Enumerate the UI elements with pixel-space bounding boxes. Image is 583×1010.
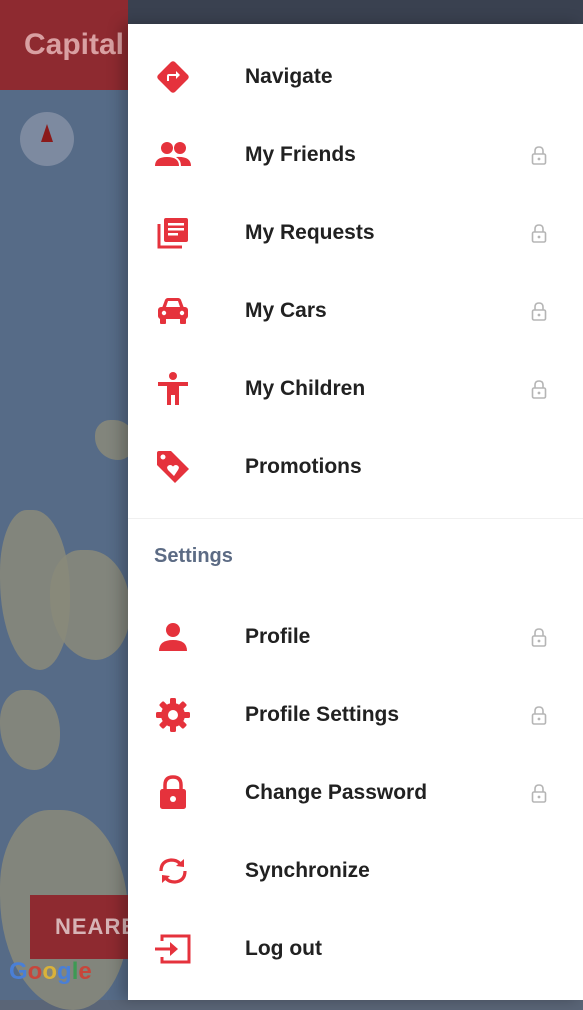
menu-item-my-children[interactable]: My Children [128, 350, 583, 428]
menu-item-my-requests[interactable]: My Requests [128, 194, 583, 272]
lock-icon [529, 783, 549, 803]
menu-item-label: My Requests [245, 221, 375, 244]
menu-item-promotions[interactable]: Promotions [128, 428, 583, 506]
compass-icon[interactable] [20, 112, 74, 166]
menu-item-my-cars[interactable]: My Cars [128, 272, 583, 350]
promotion-tag-icon [154, 448, 192, 486]
lock-icon [529, 627, 549, 647]
menu-item-label: My Friends [245, 143, 356, 166]
logout-icon [154, 930, 192, 968]
menu-item-label: Log out [245, 937, 322, 960]
menu-item-label: Profile [245, 625, 311, 648]
menu-item-label: Profile Settings [245, 703, 400, 726]
menu-item-navigate[interactable]: Navigate [128, 38, 583, 116]
menu-item-label: Change Password [245, 781, 428, 804]
menu-item-label: Promotions [245, 455, 362, 478]
sync-icon [154, 852, 192, 890]
person-icon [154, 618, 192, 656]
menu-item-label: Navigate [245, 65, 333, 88]
divider [128, 518, 583, 519]
lock-icon [529, 145, 549, 165]
car-icon [154, 292, 192, 330]
menu-item-label: My Cars [245, 299, 327, 322]
lock-icon [529, 705, 549, 725]
child-icon [154, 370, 192, 408]
lock-icon [529, 379, 549, 399]
navigation-drawer: Navigate My Friends My Requests My Cars … [128, 24, 583, 1000]
google-logo: Google [9, 958, 92, 985]
menu-item-profile-settings[interactable]: Profile Settings [128, 676, 583, 754]
menu-item-profile[interactable]: Profile [128, 598, 583, 676]
menu-item-change-password[interactable]: Change Password [128, 754, 583, 832]
lock-icon [529, 223, 549, 243]
friends-icon [154, 136, 192, 174]
menu-item-my-friends[interactable]: My Friends [128, 116, 583, 194]
navigate-icon [154, 58, 192, 96]
settings-section-header: Settings [154, 545, 233, 567]
menu-item-label: Synchronize [245, 859, 370, 882]
app-title: Capital [24, 28, 125, 61]
menu-item-label: My Children [245, 377, 366, 400]
lock-icon [154, 774, 192, 812]
status-bar [128, 0, 583, 24]
menu-item-log-out[interactable]: Log out [128, 910, 583, 988]
lock-icon [529, 301, 549, 321]
requests-icon [154, 214, 192, 252]
gear-icon [154, 696, 192, 734]
menu-item-synchronize[interactable]: Synchronize [128, 832, 583, 910]
